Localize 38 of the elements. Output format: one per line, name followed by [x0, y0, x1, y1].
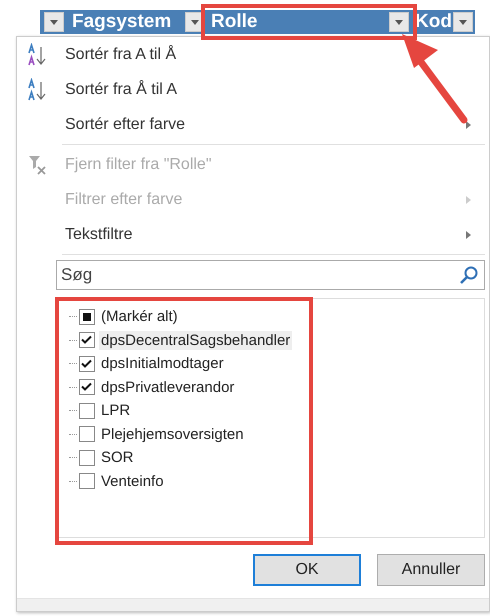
search-icon — [459, 265, 479, 285]
submenu-arrow-icon — [466, 120, 471, 128]
checkbox[interactable] — [79, 356, 95, 372]
checkbox[interactable] — [79, 450, 95, 466]
submenu-arrow-icon — [466, 230, 471, 238]
menu-item[interactable]: Tekstfiltre — [17, 217, 489, 252]
column-header: Kod — [415, 11, 452, 33]
caret-icon — [395, 20, 403, 24]
column-header: Rolle — [211, 11, 258, 33]
filter-dropdown-button[interactable] — [389, 12, 409, 32]
menu-item[interactable]: Sortér fra Å til A — [17, 72, 489, 107]
checkbox[interactable] — [79, 379, 95, 396]
checkbox[interactable] — [79, 308, 95, 325]
value-label[interactable]: dpsDecentralSagsbehandler — [99, 330, 292, 350]
checkbox[interactable] — [79, 473, 95, 490]
menu-item[interactable]: Sortér efter farve — [17, 107, 489, 142]
ok-button[interactable]: OK — [253, 554, 361, 586]
value-label[interactable]: LPR — [99, 401, 132, 420]
resize-grip[interactable] — [17, 598, 489, 611]
value-label[interactable]: (Markér alt) — [99, 307, 180, 326]
column-header: Fagsystem — [72, 11, 172, 33]
menu-item[interactable]: Sortér fra A til Å — [17, 37, 489, 72]
value-label[interactable]: dpsPrivatleverandor — [99, 378, 236, 397]
caret-icon — [50, 20, 58, 24]
submenu-arrow-icon — [466, 196, 471, 204]
value-label[interactable]: dpsInitialmodtager — [99, 354, 226, 374]
caret-icon — [459, 20, 467, 24]
value-label[interactable]: Venteinfo — [99, 472, 166, 491]
value-label[interactable]: Plejehjemsoversigten — [99, 424, 246, 444]
caret-icon — [191, 20, 199, 24]
cancel-button[interactable]: Annuller — [377, 554, 485, 586]
filter-dropdown-button[interactable] — [453, 12, 473, 32]
checkbox[interactable] — [79, 426, 95, 442]
value-label[interactable]: SOR — [99, 448, 136, 468]
checkbox[interactable] — [79, 332, 95, 348]
search-field[interactable]: Søg — [56, 260, 485, 290]
checkbox[interactable] — [79, 402, 95, 419]
filter-dropdown-button[interactable] — [44, 12, 64, 32]
